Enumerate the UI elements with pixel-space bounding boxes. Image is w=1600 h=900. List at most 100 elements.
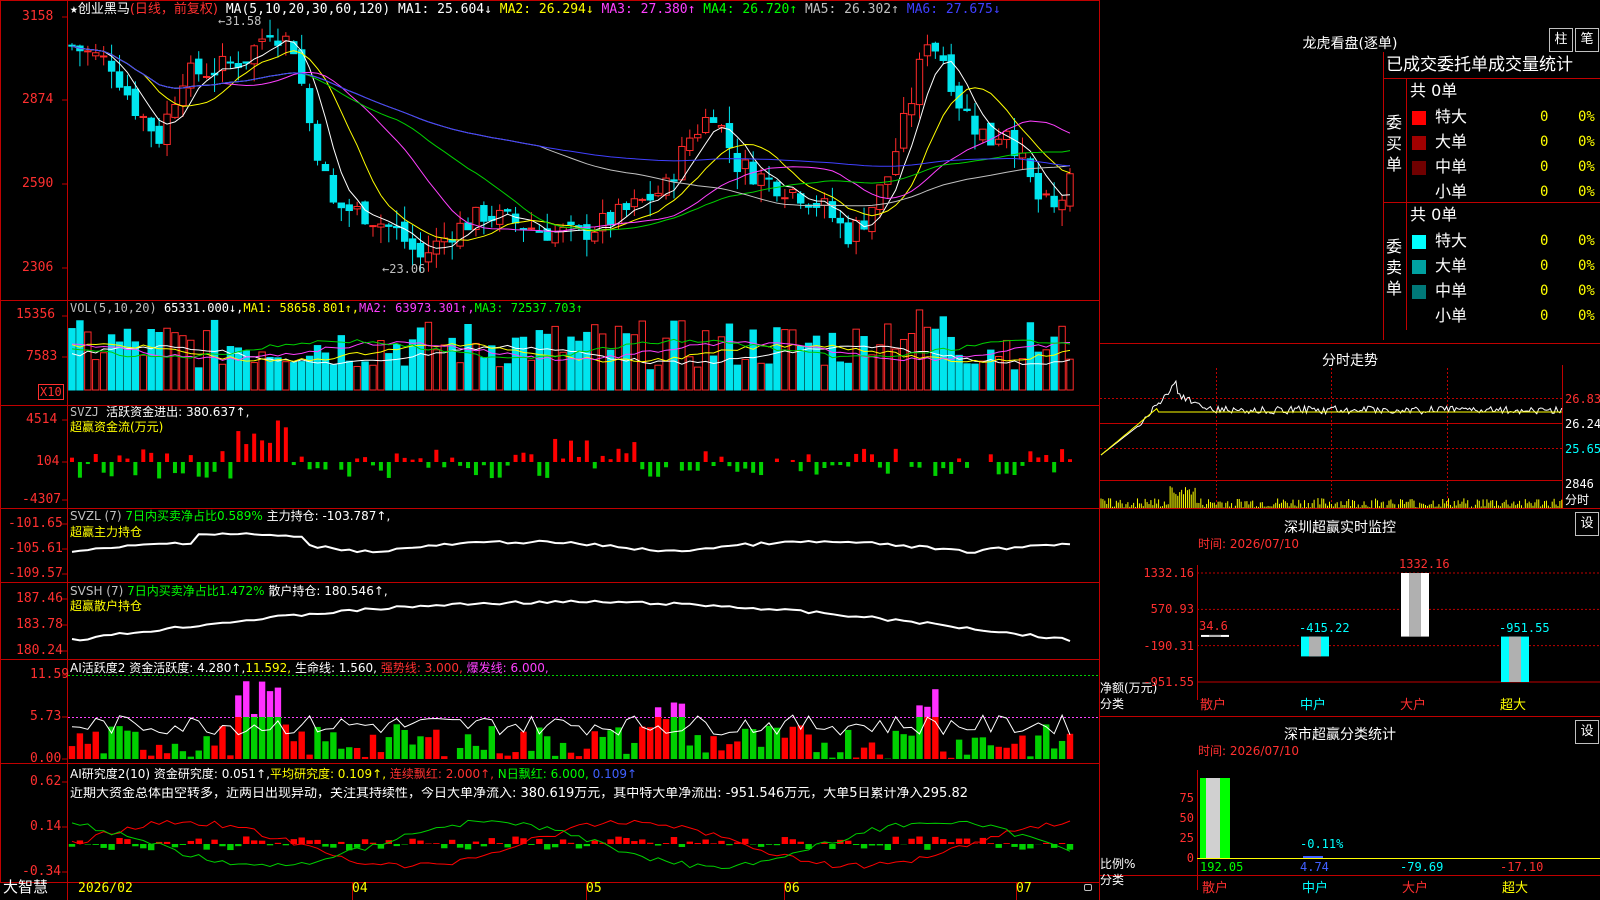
lock-icon[interactable] [1084,884,1092,891]
y-tick: 0.00 [30,751,62,766]
volume-bar [266,356,274,391]
volume-bar [329,364,338,391]
volume-bar [876,344,884,391]
kline-chart-area[interactable] [0,0,1600,900]
flow-bar [806,454,811,462]
classify-category: 大户 [1402,881,1429,896]
flow-bar [711,462,716,467]
flow-bar [283,427,288,462]
bar-mode-button[interactable]: 柱 [1549,28,1573,52]
flow-bar [410,459,415,462]
activity-bar [900,734,907,759]
flow-bar [846,462,851,467]
research-bar [551,844,559,848]
activity-bar [369,734,377,759]
research-bar [829,844,836,849]
volume-bar [543,333,551,391]
research-bar [306,840,313,844]
activity-bar-top [924,706,931,717]
research-bar [227,844,234,851]
activity-bar [559,742,567,759]
candle-body [757,173,765,186]
order-row-count: 0 [1540,283,1549,299]
order-row-pct: 0% [1578,134,1595,150]
volume-bar [915,309,924,391]
candle-body [1050,195,1058,208]
research-bar [544,844,551,850]
research-bar [742,838,749,844]
flow-bar [854,453,859,462]
volume-bar [773,327,781,391]
candle-body [931,42,940,52]
x-axis-label: 05 [586,881,602,896]
activity-bar [551,755,559,759]
flow-bar [877,462,882,468]
candle-body [131,88,140,117]
candle-body [258,38,266,42]
flow-bar [363,457,368,462]
y-tick: 183.78 [16,617,63,632]
candle-body [1058,199,1066,211]
activity-bar [243,717,250,759]
volume-bar [733,364,742,391]
flow-bar [1004,462,1009,474]
research-bar [995,844,1002,848]
activity-bar [433,729,440,759]
research-bar [472,841,480,844]
tick-mode-button[interactable]: 笔 [1575,28,1599,52]
research-bar [417,840,424,844]
order-row-pct: 0% [1578,233,1595,249]
flow-bar [774,458,779,462]
volume-bar [274,357,282,391]
activity-bar [338,748,345,759]
research-bar [179,844,187,845]
activity-bar [235,717,242,759]
flow-bar [323,462,328,470]
candle-body [884,176,892,185]
candle-body [155,125,163,144]
flow-bar [355,458,360,462]
flow-bar [640,462,645,470]
research-bar [243,836,250,844]
stock-name[interactable]: 创业黑马 [78,2,130,17]
activity-bar [425,737,432,759]
activity-bar [116,726,123,759]
activity-bar [781,737,789,759]
activity-bar [258,717,266,759]
research-bar [448,839,456,844]
classify-bar-value: -17.10 [1500,860,1544,874]
activity-bar [765,725,773,759]
volume-bar [947,336,955,391]
activity-bar [718,750,725,759]
flow-bar [822,462,827,468]
flow-bar [957,458,962,462]
volume-bar [638,320,646,391]
activity-bar [409,744,416,759]
candle-body [68,44,76,47]
volume-bar [1026,322,1035,391]
ma2-value: MA2: 26.294↓ [499,2,594,17]
activity-bar [306,754,313,759]
star-icon: ★ [70,2,78,17]
volume-bar [804,342,813,391]
flow-bar [1068,459,1072,462]
candle-body [947,54,955,92]
flow-bar [529,454,534,462]
candle-body [979,128,987,141]
activity-bar [322,741,329,759]
monitor-settings-button[interactable]: 设 [1575,512,1599,536]
period-label[interactable]: (日线，前复权) [130,2,218,17]
order-row-pct: 0% [1578,159,1595,175]
classify-settings-button[interactable]: 设 [1575,720,1599,744]
flow-bar [481,462,486,466]
y-tick: 26.24 [1565,417,1600,431]
volume-bar [432,349,441,391]
candle-body [107,60,116,72]
activity-bar [623,753,630,759]
volume-bar [725,323,734,391]
order-row-count: 0 [1540,308,1549,324]
lhb-header: 已成交委托单成交量统计 [1386,55,1573,75]
candle-body [551,230,559,244]
candle-body [591,231,599,242]
activity-bar [852,757,860,759]
